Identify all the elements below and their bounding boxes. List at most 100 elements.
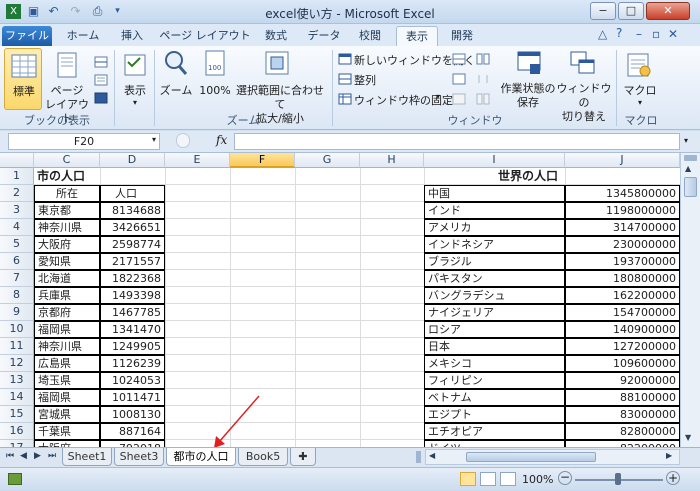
world-table-title[interactable]: 世界の人口: [495, 168, 605, 185]
country-population-cell[interactable]: 1345800000: [565, 185, 680, 202]
city-population-cell[interactable]: 3426651: [100, 219, 165, 236]
next-sheet-icon[interactable]: ▶: [34, 451, 44, 461]
row-header-17[interactable]: 17: [0, 440, 34, 447]
horizontal-scroll-thumb[interactable]: [466, 452, 596, 462]
country-population-cell[interactable]: 82200000: [565, 440, 680, 447]
zoom-out-button[interactable]: −: [558, 471, 572, 485]
country-population-cell[interactable]: 83000000: [565, 406, 680, 423]
tab-view[interactable]: 表示: [396, 26, 438, 46]
minimize-button[interactable]: −: [590, 2, 616, 20]
sheet-tab-sheet1[interactable]: Sheet1: [62, 448, 112, 466]
country-name-cell[interactable]: ドイツ: [424, 440, 565, 447]
city-population-cell[interactable]: 1467785: [100, 304, 165, 321]
scroll-up-icon[interactable]: ▲: [685, 164, 691, 173]
country-name-cell[interactable]: バングラデシュ: [424, 287, 565, 304]
close-button[interactable]: ✕: [646, 2, 690, 20]
city-population-cell[interactable]: 792018: [100, 440, 165, 447]
column-header-c[interactable]: C: [34, 153, 100, 168]
sheet-tab-city-population[interactable]: 都市の人口: [166, 448, 236, 466]
country-population-cell[interactable]: 140900000: [565, 321, 680, 338]
country-population-cell[interactable]: 154700000: [565, 304, 680, 321]
name-box[interactable]: F20: [8, 133, 160, 150]
city-name-cell[interactable]: 宮城県: [34, 406, 100, 423]
sync-scroll-icon[interactable]: [476, 73, 490, 85]
city-header-location[interactable]: 所在: [34, 185, 100, 202]
city-population-cell[interactable]: 1822368: [100, 270, 165, 287]
country-name-cell[interactable]: アメリカ: [424, 219, 565, 236]
city-name-cell[interactable]: 広島県: [34, 355, 100, 372]
city-population-cell[interactable]: 887164: [100, 423, 165, 440]
column-header-f[interactable]: F: [230, 153, 295, 168]
row-header-8[interactable]: 8: [0, 287, 34, 304]
formula-input[interactable]: [234, 133, 680, 150]
formula-bar-handle-icon[interactable]: [176, 133, 190, 148]
country-population-cell[interactable]: 314700000: [565, 219, 680, 236]
save-workspace-button[interactable]: 作業状態の 保存: [500, 82, 556, 110]
arrange-all-button[interactable]: 整列: [354, 72, 376, 88]
page-break-preview-icon[interactable]: [94, 56, 108, 68]
worksheet-grid[interactable]: C D E F G H I J 123456789101112131415161…: [0, 153, 680, 447]
country-name-cell[interactable]: フィリピン: [424, 372, 565, 389]
row-header-16[interactable]: 16: [0, 423, 34, 440]
vertical-scrollbar[interactable]: ▲ ▼: [680, 153, 700, 447]
column-header-i[interactable]: I: [424, 153, 565, 168]
country-population-cell[interactable]: 180800000: [565, 270, 680, 287]
name-box-dropdown-icon[interactable]: ▾: [152, 135, 156, 144]
normal-view-button[interactable]: 標準: [4, 48, 42, 110]
zoom-slider-thumb[interactable]: [615, 473, 621, 485]
city-name-cell[interactable]: 京都府: [34, 304, 100, 321]
city-population-cell[interactable]: 1024053: [100, 372, 165, 389]
country-name-cell[interactable]: ロシア: [424, 321, 565, 338]
zoom-in-button[interactable]: +: [666, 471, 680, 485]
row-header-13[interactable]: 13: [0, 372, 34, 389]
country-population-cell[interactable]: 162200000: [565, 287, 680, 304]
full-screen-icon[interactable]: [94, 92, 108, 104]
city-name-cell[interactable]: 神奈川県: [34, 338, 100, 355]
column-header-d[interactable]: D: [100, 153, 165, 168]
page-break-status-icon[interactable]: [500, 472, 516, 486]
normal-view-status-icon[interactable]: [460, 472, 476, 486]
country-population-cell[interactable]: 82800000: [565, 423, 680, 440]
city-name-cell[interactable]: 福岡県: [34, 389, 100, 406]
scroll-right-icon[interactable]: ▶: [666, 451, 672, 460]
workbook-minimize-icon[interactable]: –: [636, 27, 642, 41]
column-header-h[interactable]: H: [360, 153, 424, 168]
zoom-level[interactable]: 100%: [522, 473, 553, 486]
country-name-cell[interactable]: 日本: [424, 338, 565, 355]
city-population-cell[interactable]: 1011471: [100, 389, 165, 406]
row-header-14[interactable]: 14: [0, 389, 34, 406]
custom-views-icon[interactable]: [94, 74, 108, 86]
column-header-j[interactable]: J: [565, 153, 680, 168]
country-name-cell[interactable]: メキシコ: [424, 355, 565, 372]
country-name-cell[interactable]: インド: [424, 202, 565, 219]
minimize-ribbon-icon[interactable]: △: [598, 27, 607, 41]
split-icon[interactable]: [452, 53, 466, 65]
row-header-2[interactable]: 2: [0, 185, 34, 202]
row-header-6[interactable]: 6: [0, 253, 34, 270]
scroll-left-icon[interactable]: ◀: [429, 451, 435, 460]
row-header-11[interactable]: 11: [0, 338, 34, 355]
country-population-cell[interactable]: 88100000: [565, 389, 680, 406]
city-population-cell[interactable]: 1249905: [100, 338, 165, 355]
scroll-down-icon[interactable]: ▼: [685, 433, 691, 442]
select-all-corner[interactable]: [0, 153, 34, 168]
last-sheet-icon[interactable]: ⏭: [48, 451, 58, 461]
city-name-cell[interactable]: 北海道: [34, 270, 100, 287]
country-name-cell[interactable]: インドネシア: [424, 236, 565, 253]
city-population-cell[interactable]: 2598774: [100, 236, 165, 253]
tab-formulas[interactable]: 数式: [256, 26, 296, 46]
country-name-cell[interactable]: ナイジェリア: [424, 304, 565, 321]
city-name-cell[interactable]: 神奈川県: [34, 219, 100, 236]
city-population-cell[interactable]: 1493398: [100, 287, 165, 304]
tab-file[interactable]: ファイル: [2, 26, 52, 46]
view-side-by-side-icon[interactable]: [476, 53, 490, 65]
sheet-tab-sheet3[interactable]: Sheet3: [114, 448, 164, 466]
tab-developer[interactable]: 開発: [442, 26, 482, 46]
country-population-cell[interactable]: 1198000000: [565, 202, 680, 219]
row-header-4[interactable]: 4: [0, 219, 34, 236]
row-header-9[interactable]: 9: [0, 304, 34, 321]
tab-insert[interactable]: 挿入: [112, 26, 152, 46]
city-name-cell[interactable]: 千葉県: [34, 423, 100, 440]
macro-record-icon[interactable]: [8, 473, 22, 485]
sheet-tab-book5[interactable]: Book5: [238, 448, 288, 466]
